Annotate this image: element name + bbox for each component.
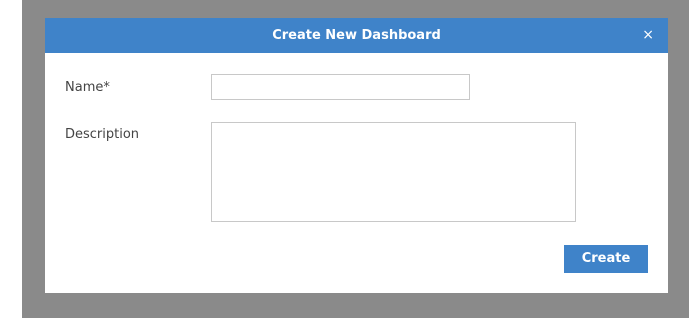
description-input[interactable] — [211, 122, 576, 222]
close-icon[interactable]: × — [642, 18, 654, 53]
description-label: Description — [65, 127, 140, 142]
dialog-title: Create New Dashboard — [272, 28, 441, 43]
create-dashboard-dialog: Create New Dashboard × Name* Description… — [45, 18, 668, 293]
create-button[interactable]: Create — [564, 245, 648, 273]
name-label: Name* — [65, 80, 110, 95]
name-input[interactable] — [211, 74, 470, 100]
dialog-header: Create New Dashboard × — [45, 18, 668, 53]
